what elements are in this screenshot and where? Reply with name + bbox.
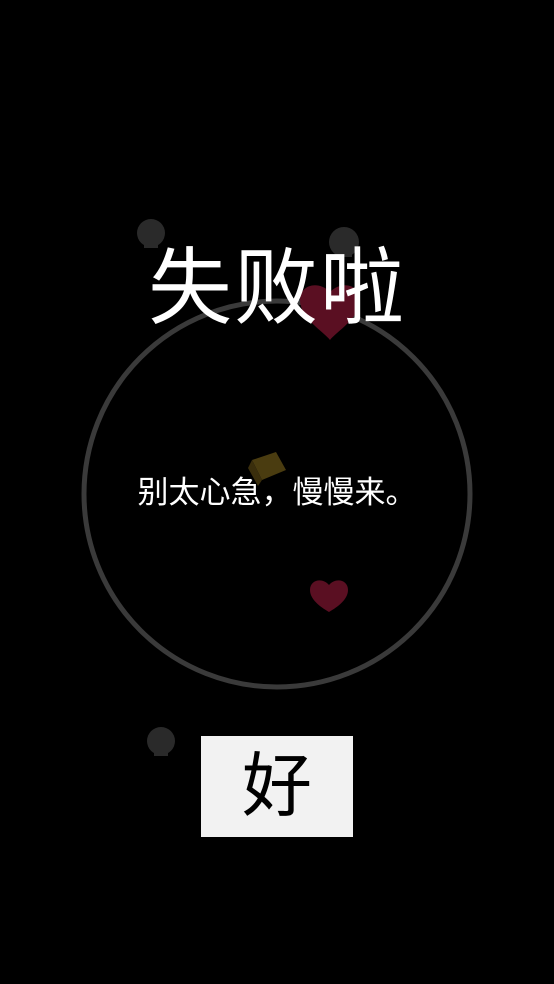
- failure-title: 失败啦: [147, 239, 406, 337]
- orb-icon: [147, 727, 175, 756]
- heart-icon: [310, 580, 348, 612]
- encouragement-message: 别太心急，慢慢来。: [137, 475, 417, 511]
- ok-button[interactable]: 好: [201, 736, 353, 837]
